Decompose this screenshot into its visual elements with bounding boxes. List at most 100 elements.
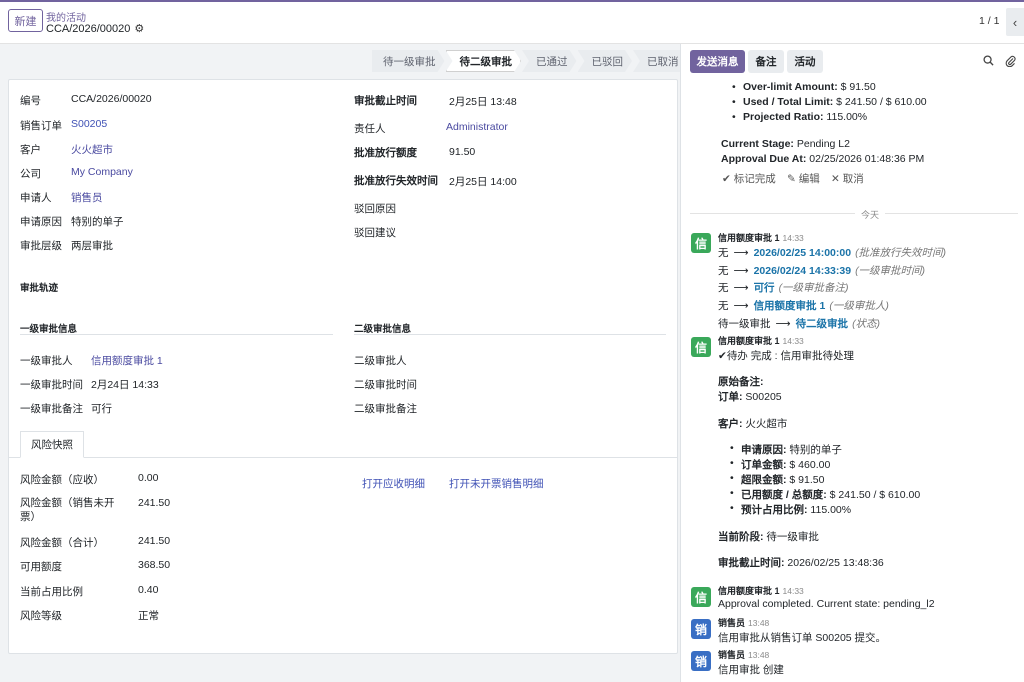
field-level[interactable]: 两层审批	[71, 238, 113, 253]
search-icon[interactable]	[983, 55, 994, 69]
field-label-deadline: 审批截止时间	[354, 95, 417, 107]
field-label-level: 审批层级	[20, 240, 62, 252]
field-label-customer: 客户	[20, 144, 41, 156]
message-body: 信用审批从销售订单 S00205 提交。	[718, 632, 887, 644]
activity-bullet: Used / Total Limit: $ 241.50 / $ 610.00	[732, 96, 927, 108]
field-risk-ar: 0.00	[138, 472, 159, 484]
status-bar: 待一级审批 待二级审批 已通过 已驳回 已取消	[372, 50, 691, 72]
field-l1-time[interactable]: 2月24日 14:33	[91, 377, 159, 392]
note-bullet: 申请原因: 特别的单子	[730, 442, 842, 457]
tracking-line: 无 ⟶ 可行 (一级审批备注)	[718, 282, 849, 294]
field-label-l1-approver: 一级审批人	[20, 355, 73, 367]
field-risk-total: 241.50	[138, 535, 171, 547]
activity-bullet: Over-limit Amount: $ 91.50	[732, 81, 876, 93]
message-author: 信用额度审批 1 14:33	[718, 586, 804, 596]
field-sale-order-link[interactable]: S00205	[71, 118, 107, 130]
field-customer-link[interactable]: 火火超市	[71, 142, 113, 157]
stage-approved[interactable]: 已通过	[522, 50, 577, 72]
field-label-l2-approver: 二级审批人	[354, 355, 407, 367]
note-bullet: 预计占用比例: 115.00%	[730, 502, 851, 517]
message-author: 销售员 13:48	[718, 650, 770, 660]
original-note-label: 原始备注:	[718, 376, 764, 388]
activity-current-stage: Current Stage: Pending L2	[721, 138, 850, 150]
field-release-expiry[interactable]: 2月25日 14:00	[449, 174, 517, 189]
avatar[interactable]: 信	[691, 587, 711, 607]
field-approved-amount[interactable]: 91.50	[449, 146, 475, 158]
tracking-line: 无 ⟶ 2026/02/25 14:00:00 (批准放行失效时间)	[718, 247, 947, 259]
pencil-icon: ✎	[787, 173, 796, 185]
field-number: CCA/2026/00020	[71, 93, 152, 105]
send-message-button[interactable]: 发送消息	[690, 50, 745, 73]
log-note-button[interactable]: 备注	[748, 50, 784, 73]
pager-previous-button[interactable]: ‹	[1006, 8, 1024, 36]
record-name: CCA/2026/00020	[46, 22, 131, 35]
field-usage-ratio: 0.40	[138, 584, 159, 596]
customer-line: 客户: 火火超市	[718, 418, 788, 430]
section-level2-info: 二级审批信息	[354, 324, 412, 335]
check-icon: ✔	[718, 350, 727, 362]
stage-pending-l1[interactable]: 待一级审批	[372, 50, 445, 72]
field-label-l2-time: 二级审批时间	[354, 379, 417, 391]
open-uninvoiced-button[interactable]: 打开未开票销售明细	[449, 476, 544, 491]
paperclip-icon[interactable]	[1005, 55, 1016, 70]
note-bullet: 已用额度 / 总额度: $ 241.50 / $ 610.00	[730, 487, 920, 502]
field-label-risk-uninvoiced: 风险金额（销售未开票）	[20, 497, 115, 523]
divider	[354, 334, 666, 335]
divider	[20, 334, 333, 335]
check-icon: ✔	[722, 173, 731, 185]
tab-risk-snapshot[interactable]: 风险快照	[20, 431, 84, 458]
avatar[interactable]: 销	[691, 619, 711, 639]
message-body: 信用审批 创建	[718, 664, 784, 676]
mark-done-link[interactable]: ✔ 标记完成	[722, 171, 776, 186]
field-label-l1-time: 一级审批时间	[20, 379, 83, 391]
activity-bullet: Projected Ratio: 115.00%	[732, 111, 867, 123]
field-l1-note[interactable]: 可行	[91, 401, 112, 416]
gear-icon[interactable]: ⚙	[134, 22, 144, 35]
field-reason[interactable]: 特别的单子	[71, 214, 124, 229]
order-line: 订单: S00205	[718, 391, 782, 403]
message-author: 信用额度审批 1 14:33	[718, 336, 804, 346]
stage-pending-l2[interactable]: 待二级审批	[446, 50, 522, 72]
field-label-reason: 申请原因	[20, 216, 62, 228]
field-available: 368.50	[138, 559, 171, 571]
tracking-line: 待一级审批 ⟶ 待二级审批 (状态)	[718, 318, 881, 330]
activity-due-at: Approval Due At: 02/25/2026 01:48:36 PM	[721, 153, 925, 165]
field-label-reject-reason: 驳回原因	[354, 203, 396, 215]
tracking-line: 无 ⟶ 2026/02/24 14:33:39 (一级审批时间)	[718, 265, 926, 277]
section-level1-info: 一级审批信息	[20, 324, 78, 335]
field-label-applicant: 申请人	[20, 192, 52, 204]
cancel-activity-link[interactable]: ✕ 取消	[831, 171, 864, 186]
tab-divider	[8, 457, 678, 458]
control-panel: 新建 我的活动 CCA/2026/00020 ⚙ 1 / 1 ‹	[0, 2, 1024, 44]
field-label-number: 编号	[20, 95, 41, 107]
field-l1-approver-link[interactable]: 信用额度审批 1	[91, 353, 163, 368]
avatar[interactable]: 销	[691, 651, 711, 671]
avatar[interactable]: 信	[691, 337, 711, 357]
field-responsible-link[interactable]: Administrator	[446, 121, 508, 133]
message-author: 销售员 13:48	[718, 618, 770, 628]
edit-activity-link[interactable]: ✎ 编辑	[787, 171, 820, 186]
activity-button[interactable]: 活动	[787, 50, 823, 73]
field-label-l2-note: 二级审批备注	[354, 403, 417, 415]
tracking-line: 无 ⟶ 信用额度审批 1 (一级审批人)	[718, 300, 889, 312]
field-label-sale-order: 销售订单	[20, 120, 62, 132]
avatar[interactable]: 信	[691, 233, 711, 253]
field-company-link[interactable]: My Company	[71, 166, 133, 178]
deadline-line: 审批截止时间: 2026/02/25 13:48:36	[718, 557, 884, 569]
date-separator	[690, 213, 1018, 214]
field-label-risk-ar: 风险金额（应收）	[20, 474, 104, 486]
stage-rejected[interactable]: 已驳回	[578, 50, 633, 72]
pager-value[interactable]: 1 / 1	[979, 15, 999, 27]
note-bullet: 订单金额: $ 460.00	[730, 457, 830, 472]
field-deadline[interactable]: 2月25日 13:48	[449, 94, 517, 109]
date-separator-label: 今天	[855, 208, 886, 221]
field-applicant-link[interactable]: 销售员	[71, 190, 103, 205]
message-body: Approval completed. Current state: pendi…	[718, 598, 935, 610]
close-icon: ✕	[831, 173, 840, 185]
new-button[interactable]: 新建	[8, 9, 43, 32]
current-stage-line: 当前阶段: 待一级审批	[718, 531, 819, 543]
field-label-responsible: 责任人	[354, 123, 386, 135]
field-label-reject-suggestion: 驳回建议	[354, 227, 396, 239]
note-bullet: 超限金额: $ 91.50	[730, 472, 825, 487]
open-receivable-button[interactable]: 打开应收明细	[362, 476, 425, 491]
